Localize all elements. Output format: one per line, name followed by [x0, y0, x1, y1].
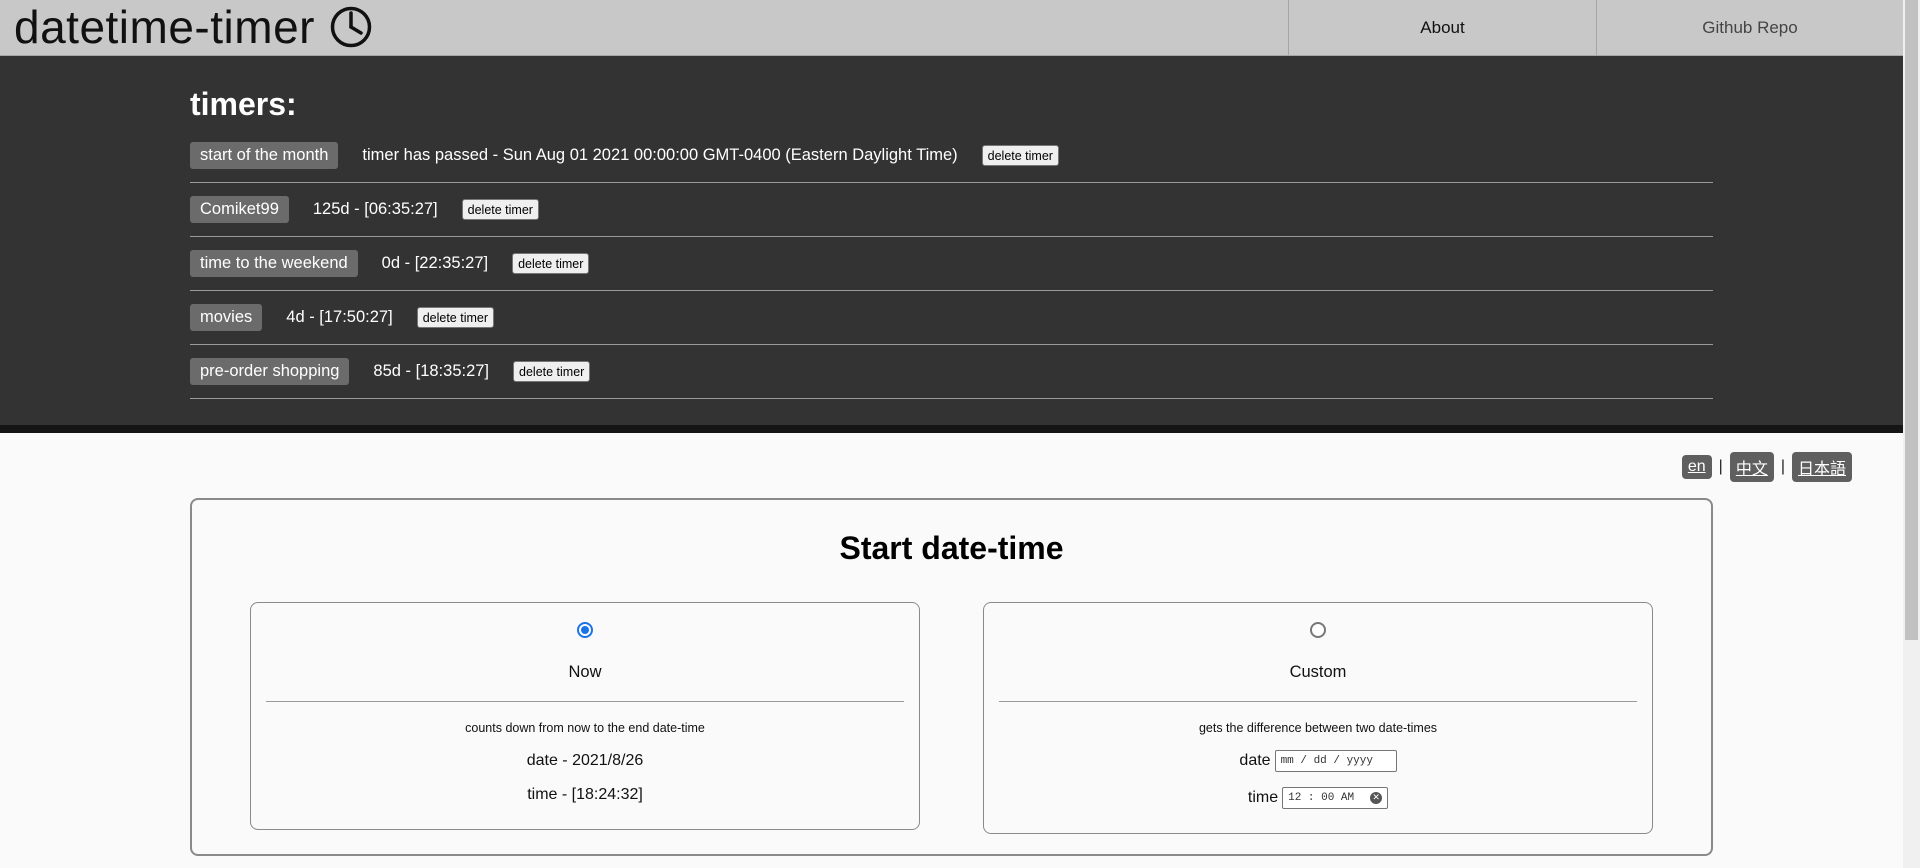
now-label: Now: [568, 663, 602, 681]
delete-timer-button[interactable]: delete timer: [461, 199, 539, 220]
language-separator: |: [1780, 458, 1785, 475]
date-field-label: date: [1239, 752, 1271, 769]
delete-timer-button[interactable]: delete timer: [981, 145, 1059, 166]
custom-label: Custom: [1289, 663, 1347, 681]
language-separator: |: [1718, 458, 1723, 475]
brand: datetime-timer: [14, 0, 373, 54]
page-scrollbar[interactable]: [1903, 0, 1920, 868]
timer-row: time to the weekend 0d - [22:35:27] dele…: [190, 237, 1713, 291]
timer-row: pre-order shopping 85d - [18:35:27] dele…: [190, 345, 1713, 399]
now-option[interactable]: Now counts down from now to the end date…: [250, 602, 920, 830]
timer-countdown: timer has passed - Sun Aug 01 2021 00:00…: [362, 146, 958, 164]
timer-name[interactable]: time to the weekend: [190, 250, 358, 277]
custom-description: gets the difference between two date-tim…: [1198, 721, 1438, 735]
timer-row: start of the month timer has passed - Su…: [190, 129, 1713, 183]
custom-date-input[interactable]: mm / dd / yyyy: [1274, 750, 1397, 772]
timer-countdown: 85d - [18:35:27]: [373, 362, 490, 380]
custom-radio[interactable]: [1310, 622, 1326, 638]
clock-icon: [330, 6, 372, 48]
custom-time-row: time 12 : 00 AM ✕: [984, 787, 1652, 809]
divider: [999, 701, 1637, 702]
current-time: time - [18:24:32]: [527, 786, 643, 803]
timer-name[interactable]: movies: [190, 304, 263, 331]
time-value: 12 : 00 AM: [1288, 792, 1355, 804]
timer-name[interactable]: Comiket99: [190, 196, 289, 223]
timer-name[interactable]: pre-order shopping: [190, 358, 350, 385]
card-title: Start date-time: [839, 530, 1064, 566]
clear-icon[interactable]: ✕: [1370, 792, 1383, 804]
app-title: datetime-timer: [14, 1, 315, 53]
now-description: counts down from now to the end date-tim…: [465, 721, 705, 735]
language-link-en[interactable]: en: [1681, 455, 1712, 479]
language-switcher: en | 中文 | 日本語: [1681, 452, 1852, 482]
timer-row: movies 4d - [17:50:27] delete timer: [190, 291, 1713, 345]
timer-countdown: 0d - [22:35:27]: [381, 254, 489, 272]
delete-timer-button[interactable]: delete timer: [513, 361, 591, 382]
custom-time-input[interactable]: 12 : 00 AM ✕: [1282, 787, 1389, 809]
delete-timer-button[interactable]: delete timer: [512, 253, 590, 274]
timer-row: Comiket99 125d - [06:35:27] delete timer: [190, 183, 1713, 237]
current-date: date - 2021/8/26: [526, 752, 644, 769]
language-link-ja[interactable]: 日本語: [1791, 452, 1852, 482]
github-repo-nav-button[interactable]: Github Repo: [1596, 0, 1904, 56]
timer-countdown: 4d - [17:50:27]: [286, 308, 393, 326]
custom-option[interactable]: Custom gets the difference between two d…: [983, 602, 1653, 834]
custom-date-row: date mm / dd / yyyy: [984, 750, 1652, 772]
now-radio[interactable]: [577, 622, 593, 638]
timers-panel: timers: start of the month timer has pas…: [0, 56, 1903, 433]
language-link-zh[interactable]: 中文: [1729, 452, 1774, 482]
time-field-label: time: [1247, 789, 1279, 806]
timer-name[interactable]: start of the month: [190, 142, 339, 169]
timer-countdown: 125d - [06:35:27]: [312, 200, 438, 218]
delete-timer-button[interactable]: delete timer: [416, 307, 494, 328]
date-placeholder: mm / dd / yyyy: [1280, 755, 1373, 767]
scrollbar-thumb[interactable]: [1905, 0, 1918, 640]
about-nav-button[interactable]: About: [1288, 0, 1596, 56]
timers-heading: timers:: [190, 86, 297, 122]
start-datetime-card: Start date-time Now counts down from now…: [190, 498, 1713, 856]
top-bar: datetime-timer About Github Repo: [0, 0, 1904, 56]
divider: [266, 701, 904, 702]
